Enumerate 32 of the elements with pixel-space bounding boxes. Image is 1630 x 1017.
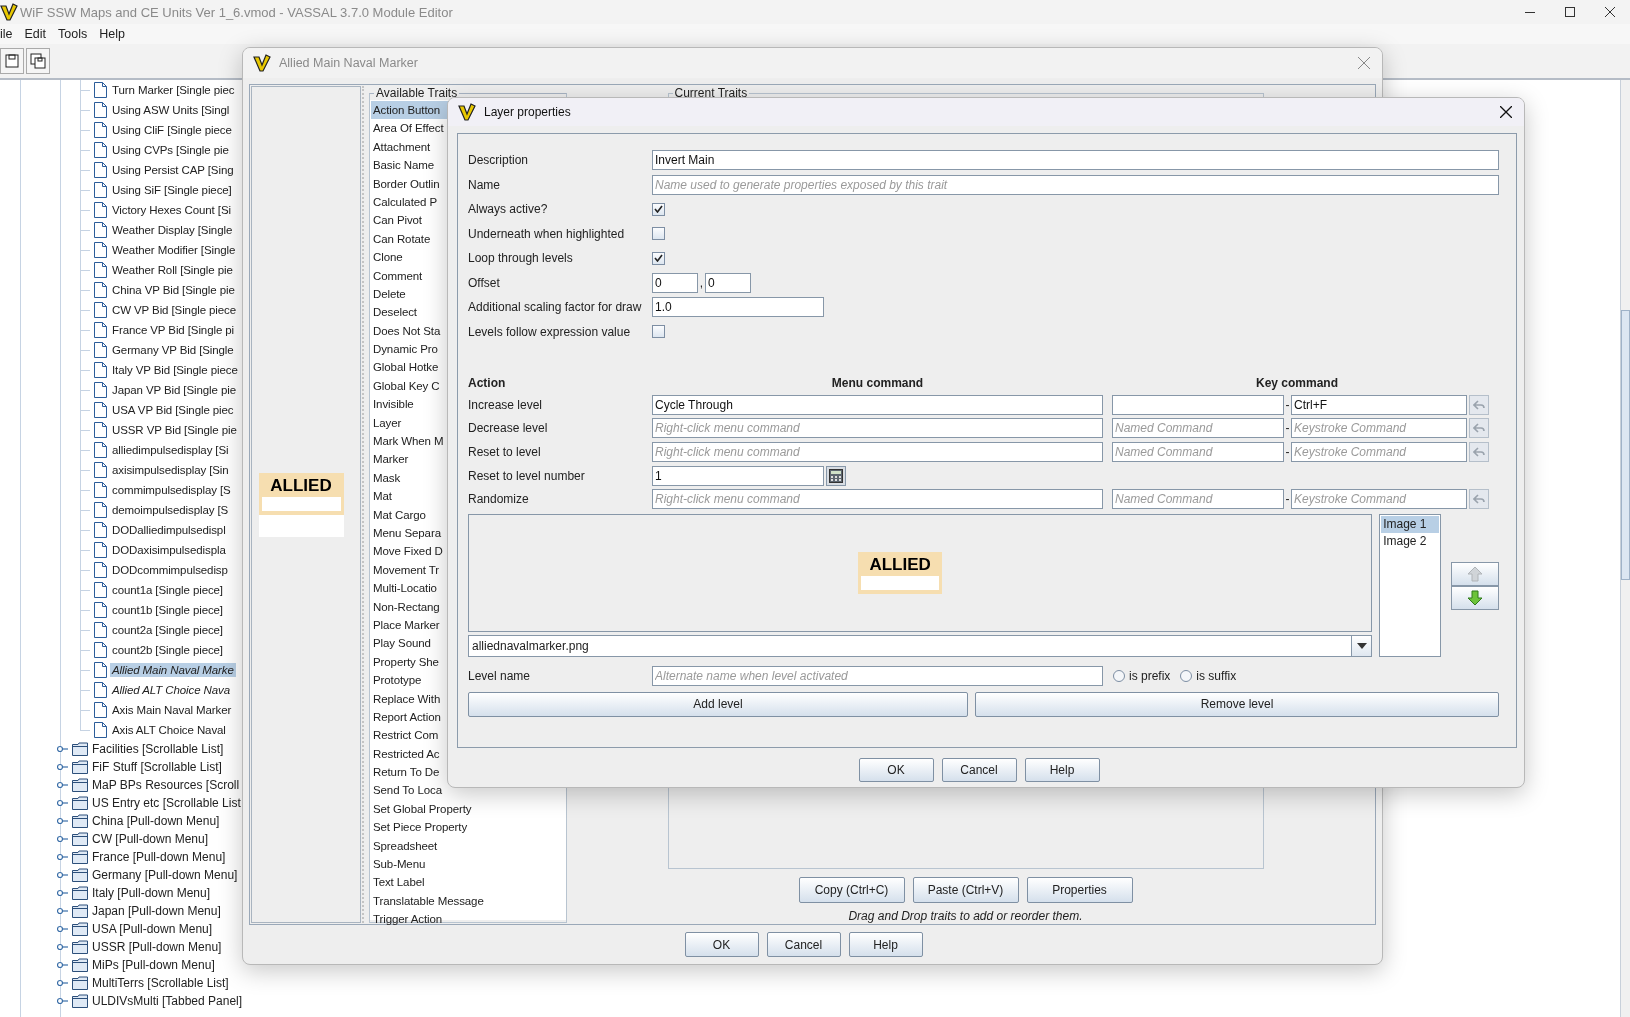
field-label: Reset to level number [468, 468, 586, 483]
field-label: Reset to level [468, 445, 542, 459]
radio-label: is suffix [1196, 668, 1237, 683]
field-label: Loop through levels [468, 251, 574, 266]
dialog-title: Allied Main Naval Marker [279, 56, 418, 70]
field-label: Level name [468, 668, 532, 683]
panel-title: Current Traits [673, 86, 749, 100]
separator-text: - [1284, 445, 1291, 459]
separator-text: - [1284, 492, 1291, 507]
field-label: Additional scaling factor for draw [468, 300, 643, 315]
radio-label: is prefix [1129, 668, 1171, 683]
field-label: Name [468, 177, 501, 192]
panel-title: Available Traits [375, 86, 459, 100]
field-label: Decrease level [468, 421, 549, 436]
field-label: Offset [468, 275, 501, 290]
field-label: Always active? [468, 202, 549, 217]
field-label: Increase level [468, 397, 544, 412]
field-label: Levels follow expression value [468, 324, 632, 339]
separator-text: - [1284, 421, 1291, 436]
drag-hint: Drag and Drop traits to add or reorder them. [848, 909, 1083, 923]
column-header: Action [468, 376, 507, 390]
field-label: Randomize [468, 492, 530, 507]
column-header: Key command [1255, 376, 1339, 390]
counter-label: ALLIED [270, 475, 332, 496]
dialog-title: Layer properties [484, 105, 571, 119]
field-label: Underneath when highlighted [468, 226, 626, 241]
field-label: Description [468, 153, 530, 168]
separator-text: - [1284, 397, 1291, 412]
window-title: WiF SSW Maps and CE Units Ver 1_6.vmod - VASSAL 3.7.0 Module Editor [20, 4, 453, 20]
column-header: Menu command [830, 376, 925, 390]
counter-label: ALLIED [869, 554, 931, 575]
separator-text: , [698, 275, 705, 290]
